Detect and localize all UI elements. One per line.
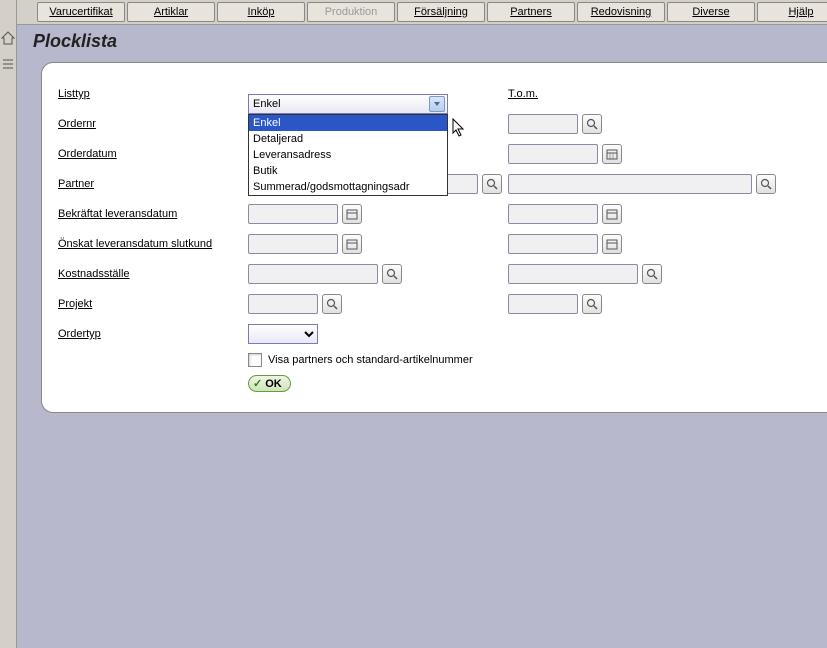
search-icon[interactable] (322, 294, 342, 314)
calendar-icon[interactable] (342, 204, 362, 224)
label-listtyp[interactable]: Listtyp (58, 88, 248, 100)
nav-tab-artiklar[interactable]: Artiklar (127, 2, 215, 22)
search-icon[interactable] (582, 114, 602, 134)
nav-tab-inköp[interactable]: Inköp (217, 2, 305, 22)
check-icon: ✓ (253, 377, 262, 390)
search-icon[interactable] (382, 264, 402, 284)
projekt-to-input[interactable] (508, 294, 578, 314)
listtyp-option[interactable]: Enkel (249, 115, 447, 131)
ordernr-to-input[interactable] (508, 114, 578, 134)
label-partner[interactable]: Partner (58, 178, 248, 190)
bekraftat-to-input[interactable] (508, 204, 598, 224)
calendar-icon[interactable] (342, 234, 362, 254)
label-onskat[interactable]: Önskat leveransdatum slutkund (58, 238, 248, 250)
home-icon[interactable] (0, 30, 16, 46)
calendar-icon[interactable] (602, 204, 622, 224)
nav-tab-försäljning[interactable]: Försäljning (397, 2, 485, 22)
ok-label: OK (265, 378, 282, 390)
bekraftat-from-input[interactable] (248, 204, 338, 224)
visa-partners-label: Visa partners och standard-artikelnummer (268, 354, 473, 366)
chevron-down-icon[interactable] (429, 96, 445, 112)
listtyp-option[interactable]: Leveransadress (249, 147, 447, 163)
nav-tab-varucertifikat[interactable]: Varucertifikat (37, 2, 125, 22)
nav-tab-diverse[interactable]: Diverse (667, 2, 755, 22)
listtyp-dropdown[interactable]: Enkel EnkelDetaljeradLeveransadressButik… (248, 94, 448, 196)
listtyp-option[interactable]: Butik (249, 163, 447, 179)
search-icon[interactable] (582, 294, 602, 314)
search-icon[interactable] (642, 264, 662, 284)
left-rail (0, 0, 17, 648)
label-projekt[interactable]: Projekt (58, 298, 248, 310)
kostnad-from-input[interactable] (248, 264, 378, 284)
onskat-from-input[interactable] (248, 234, 338, 254)
onskat-to-input[interactable] (508, 234, 598, 254)
listtyp-option[interactable]: Summerad/godsmottagningsadr (249, 179, 447, 195)
listtyp-selected: Enkel (253, 98, 281, 110)
partner-to-input[interactable] (508, 174, 752, 194)
label-ordertyp[interactable]: Ordertyp (58, 328, 248, 340)
label-ordernr[interactable]: Ordernr (58, 118, 248, 130)
search-icon[interactable] (482, 174, 502, 194)
orderdatum-to-input[interactable] (508, 144, 598, 164)
list-icon[interactable] (0, 56, 16, 72)
visa-partners-checkbox[interactable] (248, 353, 262, 367)
kostnad-to-input[interactable] (508, 264, 638, 284)
label-bekraftat[interactable]: Bekräftat leveransdatum (58, 208, 248, 220)
nav-tab-hjälp[interactable]: Hjälp (757, 2, 827, 22)
label-kostnad[interactable]: Kostnadsställe (58, 268, 248, 280)
label-orderdatum[interactable]: Orderdatum (58, 148, 248, 160)
nav-tab-redovisning[interactable]: Redovisning (577, 2, 665, 22)
calendar-icon[interactable] (602, 234, 622, 254)
listtyp-select[interactable]: Enkel (248, 94, 448, 114)
calendar-icon[interactable] (602, 144, 622, 164)
nav-tab-produktion: Produktion (307, 2, 395, 22)
ok-button[interactable]: ✓ OK (248, 375, 291, 392)
form-panel: Listtyp Enkel EnkelDetaljeradLeveransadr… (41, 62, 827, 413)
projekt-from-input[interactable] (248, 294, 318, 314)
search-icon[interactable] (756, 174, 776, 194)
listtyp-option[interactable]: Detaljerad (249, 131, 447, 147)
listtyp-options: EnkelDetaljeradLeveransadressButikSummer… (248, 114, 448, 196)
top-nav: VarucertifikatArtiklarInköpProduktionFör… (17, 0, 827, 25)
page-title: Plocklista (17, 25, 827, 58)
label-tom[interactable]: T.o.m. (508, 88, 788, 100)
nav-tab-partners[interactable]: Partners (487, 2, 575, 22)
ordertyp-select[interactable] (248, 324, 318, 344)
